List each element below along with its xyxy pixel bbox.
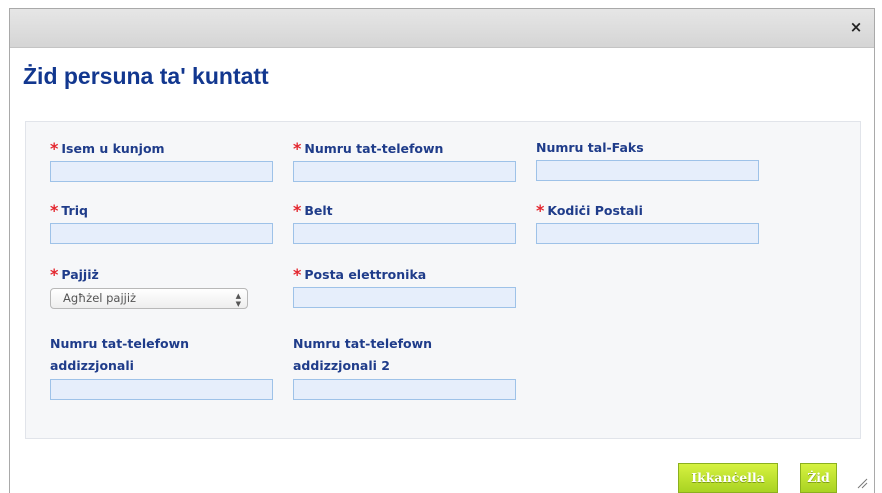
name-input[interactable]: [50, 161, 273, 182]
add-contact-dialog: × Żid persuna ta' kuntatt * Isem u kunjom…: [9, 8, 875, 493]
dialog-titlebar: ×: [10, 9, 874, 48]
fax-label: Numru tal-Faks: [536, 140, 644, 155]
country-select[interactable]: Agħżel pajjiż ▲ ▼: [50, 288, 248, 309]
additional-phone-label-line2: addizzjonali: [50, 358, 134, 373]
cancel-button[interactable]: Ikkanċella: [678, 463, 778, 493]
additional-phone-2-label-line2: addizzjonali 2: [293, 358, 390, 373]
postal-code-input[interactable]: [536, 223, 759, 244]
email-label: Posta elettronika: [304, 267, 427, 282]
name-label: Isem u kunjom: [61, 141, 165, 156]
email-input[interactable]: [293, 287, 516, 308]
phone-field: * Numru tat-telefown: [293, 138, 516, 182]
select-arrows-icon: ▲ ▼: [235, 292, 241, 308]
postal-code-label: Kodiċi Postali: [547, 203, 643, 218]
fax-input[interactable]: [536, 160, 759, 181]
additional-phone-2-field: Numru tat-telefown addizzjonali 2: [293, 333, 516, 400]
country-select-value: Agħżel pajjiż: [63, 291, 137, 305]
required-mark: *: [293, 201, 302, 220]
street-label: Triq: [61, 203, 88, 218]
required-mark: *: [293, 265, 302, 284]
additional-phone-2-input[interactable]: [293, 379, 516, 400]
country-field: * Pajjiż Agħżel pajjiż ▲ ▼: [50, 264, 248, 309]
close-icon[interactable]: ×: [848, 19, 864, 35]
additional-phone-input[interactable]: [50, 379, 273, 400]
required-mark: *: [50, 139, 59, 158]
email-field: * Posta elettronika: [293, 264, 516, 308]
dialog-title: Żid persuna ta' kuntatt: [23, 63, 269, 89]
fax-field: Numru tal-Faks: [536, 138, 759, 181]
city-field: * Belt: [293, 200, 516, 244]
required-mark: *: [50, 201, 59, 220]
phone-input[interactable]: [293, 161, 516, 182]
additional-phone-label-line1: Numru tat-telefown: [50, 336, 190, 351]
additional-phone-field: Numru tat-telefown addizzjonali: [50, 333, 273, 400]
phone-label: Numru tat-telefown: [304, 141, 444, 156]
street-field: * Triq: [50, 200, 273, 244]
required-mark: *: [293, 139, 302, 158]
name-field: * Isem u kunjom: [50, 138, 273, 182]
additional-phone-2-label-line1: Numru tat-telefown: [293, 336, 433, 351]
city-label: Belt: [304, 203, 333, 218]
resize-grip-icon[interactable]: [856, 477, 868, 489]
city-input[interactable]: [293, 223, 516, 244]
contact-form-panel: * Isem u kunjom * Numru tat-telefown Numru…: [25, 121, 861, 439]
postal-code-field: * Kodiċi Postali: [536, 200, 759, 244]
street-input[interactable]: [50, 223, 273, 244]
required-mark: *: [50, 265, 59, 284]
add-button[interactable]: Żid: [800, 463, 837, 493]
country-label: Pajjiż: [61, 267, 99, 282]
required-mark: *: [536, 201, 545, 220]
